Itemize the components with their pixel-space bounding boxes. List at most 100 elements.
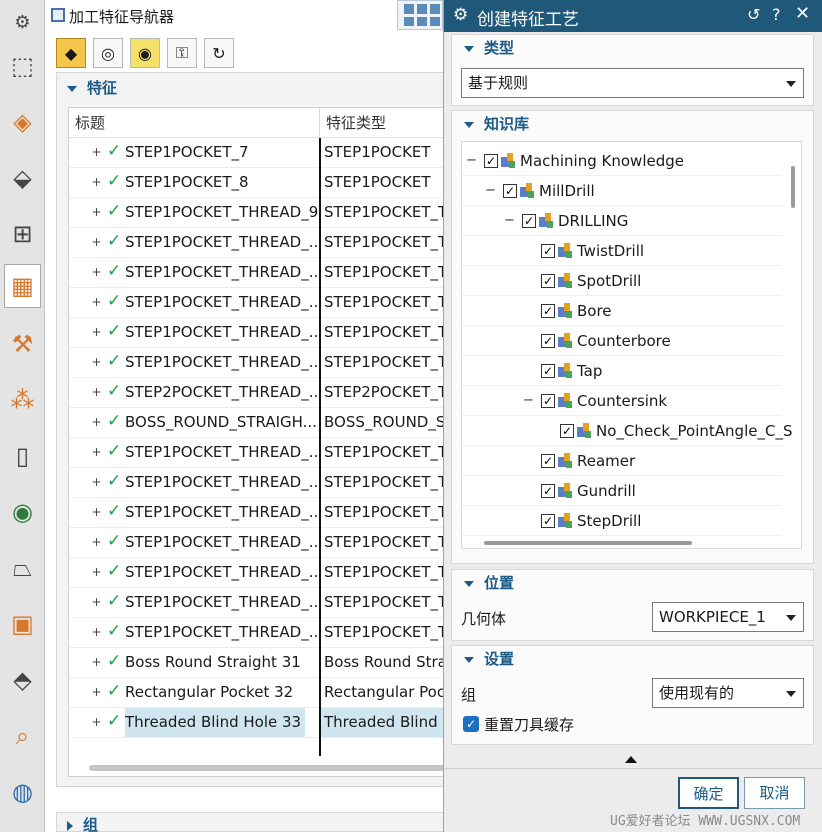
tree-checkbox[interactable]: ✓ — [541, 454, 555, 468]
tree-checkbox[interactable]: ✓ — [484, 154, 498, 168]
web-browser-icon[interactable]: ◍ — [4, 770, 41, 814]
expand-icon[interactable]: + — [91, 716, 102, 728]
collapse-icon[interactable]: − — [504, 214, 515, 227]
table-row[interactable]: + ✓ STEP1POCKET_THREAD_... STEP1POCKET_TI — [69, 288, 445, 318]
expand-icon[interactable]: + — [91, 266, 102, 278]
expand-icon[interactable]: + — [91, 326, 102, 338]
table-row[interactable]: + ✓ STEP1POCKET_THREAD_... STEP1POCKET_TI — [69, 258, 445, 288]
expand-icon[interactable]: + — [91, 206, 102, 218]
table-row[interactable]: + ✓ STEP1POCKET_7 STEP1POCKET — [69, 138, 445, 168]
tree-item[interactable]: ✓ StepDrill — [462, 506, 782, 536]
tree-item[interactable]: − ✓ MillDrill — [462, 176, 782, 206]
table-row[interactable]: + ✓ STEP1POCKET_THREAD_... STEP1POCKET_TI — [69, 498, 445, 528]
expand-icon[interactable]: + — [91, 176, 102, 188]
tree-checkbox[interactable]: ✓ — [541, 244, 555, 258]
tree-checkbox[interactable]: ✓ — [541, 304, 555, 318]
expand-icon[interactable]: + — [91, 236, 102, 248]
tree-checkbox[interactable]: ✓ — [560, 424, 574, 438]
collapse-icon[interactable]: − — [523, 394, 534, 407]
table-row[interactable]: + ✓ STEP1POCKET_THREAD_... STEP1POCKET_TI — [69, 228, 445, 258]
table-row[interactable]: + ✓ STEP1POCKET_THREAD_... STEP1POCKET_TI — [69, 468, 445, 498]
roles-icon[interactable]: ⏢ — [4, 546, 41, 590]
table-row[interactable]: + ✓ STEP2POCKET_THREAD_... STEP2POCKET_TI — [69, 378, 445, 408]
collapse-icon[interactable]: − — [466, 154, 477, 167]
constraint-navigator-icon[interactable]: ⬙ — [4, 156, 41, 200]
collapse-icon[interactable]: − — [485, 184, 496, 197]
expand-icon[interactable]: + — [91, 446, 102, 458]
expand-icon[interactable]: + — [91, 416, 102, 428]
feature-view-icon[interactable]: ◆ — [56, 38, 86, 68]
tree-checkbox[interactable]: ✓ — [541, 514, 555, 528]
tree-checkbox[interactable]: ✓ — [541, 334, 555, 348]
column-header-type[interactable]: 特征类型 — [319, 108, 445, 138]
tree-checkbox[interactable]: ✓ — [541, 394, 555, 408]
history-icon[interactable]: ▣ — [4, 602, 41, 646]
geometry-select[interactable]: WORKPIECE_1 — [652, 602, 804, 632]
part-history-icon[interactable]: ⊞ — [4, 212, 41, 256]
table-row[interactable]: + ✓ STEP1POCKET_THREAD_9 STEP1POCKET_TI — [69, 198, 445, 228]
tree-item[interactable]: − ✓ Countersink — [462, 386, 782, 416]
table-row[interactable]: + ✓ Rectangular Pocket 32 Rectangular Pocl — [69, 678, 445, 708]
tree-item[interactable]: ✓ Reamer — [462, 446, 782, 476]
tree-vertical-scrollbar[interactable] — [791, 166, 795, 208]
tree-checkbox[interactable]: ✓ — [541, 484, 555, 498]
assembly-navigator-icon[interactable]: ◈ — [4, 100, 41, 144]
table-row[interactable]: + ✓ STEP1POCKET_THREAD_... STEP1POCKET_TI — [69, 438, 445, 468]
tree-horizontal-scrollbar[interactable] — [484, 541, 692, 545]
tree-item[interactable]: ✓ No_Check_PointAngle_C_S — [462, 416, 792, 446]
type-select[interactable]: 基于规则 — [461, 68, 804, 98]
reuse-library-icon[interactable]: ▯ — [4, 434, 41, 478]
tree-item[interactable]: − ✓ Machining Knowledge — [462, 146, 782, 176]
expand-icon[interactable]: + — [91, 536, 102, 548]
show-feature-icon[interactable]: ◉ — [130, 38, 160, 68]
expand-icon[interactable]: + — [91, 296, 102, 308]
part-navigator-icon[interactable]: ⬚ — [4, 44, 41, 88]
expand-icon[interactable]: + — [91, 626, 102, 638]
expand-icon[interactable]: + — [91, 656, 102, 668]
reset-icon[interactable]: ↺ — [747, 5, 760, 24]
expand-icon[interactable]: + — [91, 356, 102, 368]
tree-item[interactable]: − ✓ DRILLING — [462, 206, 782, 236]
tree-item[interactable]: ✓ TwistDrill — [462, 236, 782, 266]
layout-grid-icon[interactable] — [397, 0, 443, 30]
machine-navigator-icon[interactable]: ⁂ — [4, 378, 41, 422]
view-manager-eye-icon[interactable]: ◉ — [4, 490, 41, 534]
group-panel[interactable]: 组 — [56, 812, 446, 832]
cancel-button[interactable]: 取消 — [744, 777, 805, 809]
table-row[interactable]: + ✓ STEP1POCKET_THREAD_... STEP1POCKET_TI — [69, 318, 445, 348]
tree-item[interactable]: ✓ Gundrill — [462, 476, 782, 506]
expand-icon[interactable]: + — [91, 506, 102, 518]
reset-cache-checkbox[interactable]: ✓ — [463, 716, 479, 732]
table-row[interactable]: + ✓ Boss Round Straight 31 Boss Round Strai — [69, 648, 445, 678]
help-icon[interactable]: ? — [772, 5, 781, 24]
machining-feature-navigator-icon[interactable]: ▦ — [4, 264, 41, 308]
expand-icon[interactable]: + — [91, 596, 102, 608]
ok-button[interactable]: 确定 — [678, 777, 739, 809]
close-icon[interactable]: ✕ — [795, 3, 810, 24]
tree-checkbox[interactable]: ✓ — [541, 274, 555, 288]
find-feature-icon[interactable]: ◎ — [93, 38, 123, 68]
table-row[interactable]: + ✓ BOSS_ROUND_STRAIGH... BOSS_ROUND_ST — [69, 408, 445, 438]
tree-item[interactable]: ✓ Tap — [462, 356, 782, 386]
table-row[interactable]: + ✓ STEP1POCKET_THREAD_... STEP1POCKET_TI — [69, 588, 445, 618]
horizontal-scrollbar[interactable] — [89, 765, 445, 771]
lock-feature-icon[interactable]: ⚿ — [167, 38, 197, 68]
table-row[interactable]: + ✓ STEP1POCKET_THREAD_... STEP1POCKET_TI — [69, 618, 445, 648]
table-row[interactable]: + ✓ Threaded Blind Hole 33 Threaded Blind H — [69, 708, 445, 738]
sim-icon[interactable]: ⌕ — [4, 714, 41, 758]
operation-navigator-icon[interactable]: ⚒ — [4, 322, 41, 366]
table-row[interactable]: + ✓ STEP1POCKET_THREAD_... STEP1POCKET_TI — [69, 528, 445, 558]
expand-icon[interactable]: + — [91, 476, 102, 488]
table-row[interactable]: + ✓ STEP1POCKET_8 STEP1POCKET — [69, 168, 445, 198]
refresh-icon[interactable]: ↻ — [204, 38, 234, 68]
collapse-arrow-icon[interactable] — [625, 756, 637, 763]
group-select[interactable]: 使用现有的 — [652, 678, 804, 708]
tree-item[interactable]: ✓ Bore — [462, 296, 782, 326]
table-row[interactable]: + ✓ STEP1POCKET_THREAD_... STEP1POCKET_TI — [69, 348, 445, 378]
tree-checkbox[interactable]: ✓ — [541, 364, 555, 378]
tree-item[interactable]: ✓ Counterbore — [462, 326, 782, 356]
column-header-title[interactable]: 标题 — [69, 108, 319, 138]
expand-icon[interactable]: + — [91, 386, 102, 398]
settings-icon[interactable]: ⚙ — [4, 0, 41, 44]
tree-item[interactable]: ✓ SpotDrill — [462, 266, 782, 296]
